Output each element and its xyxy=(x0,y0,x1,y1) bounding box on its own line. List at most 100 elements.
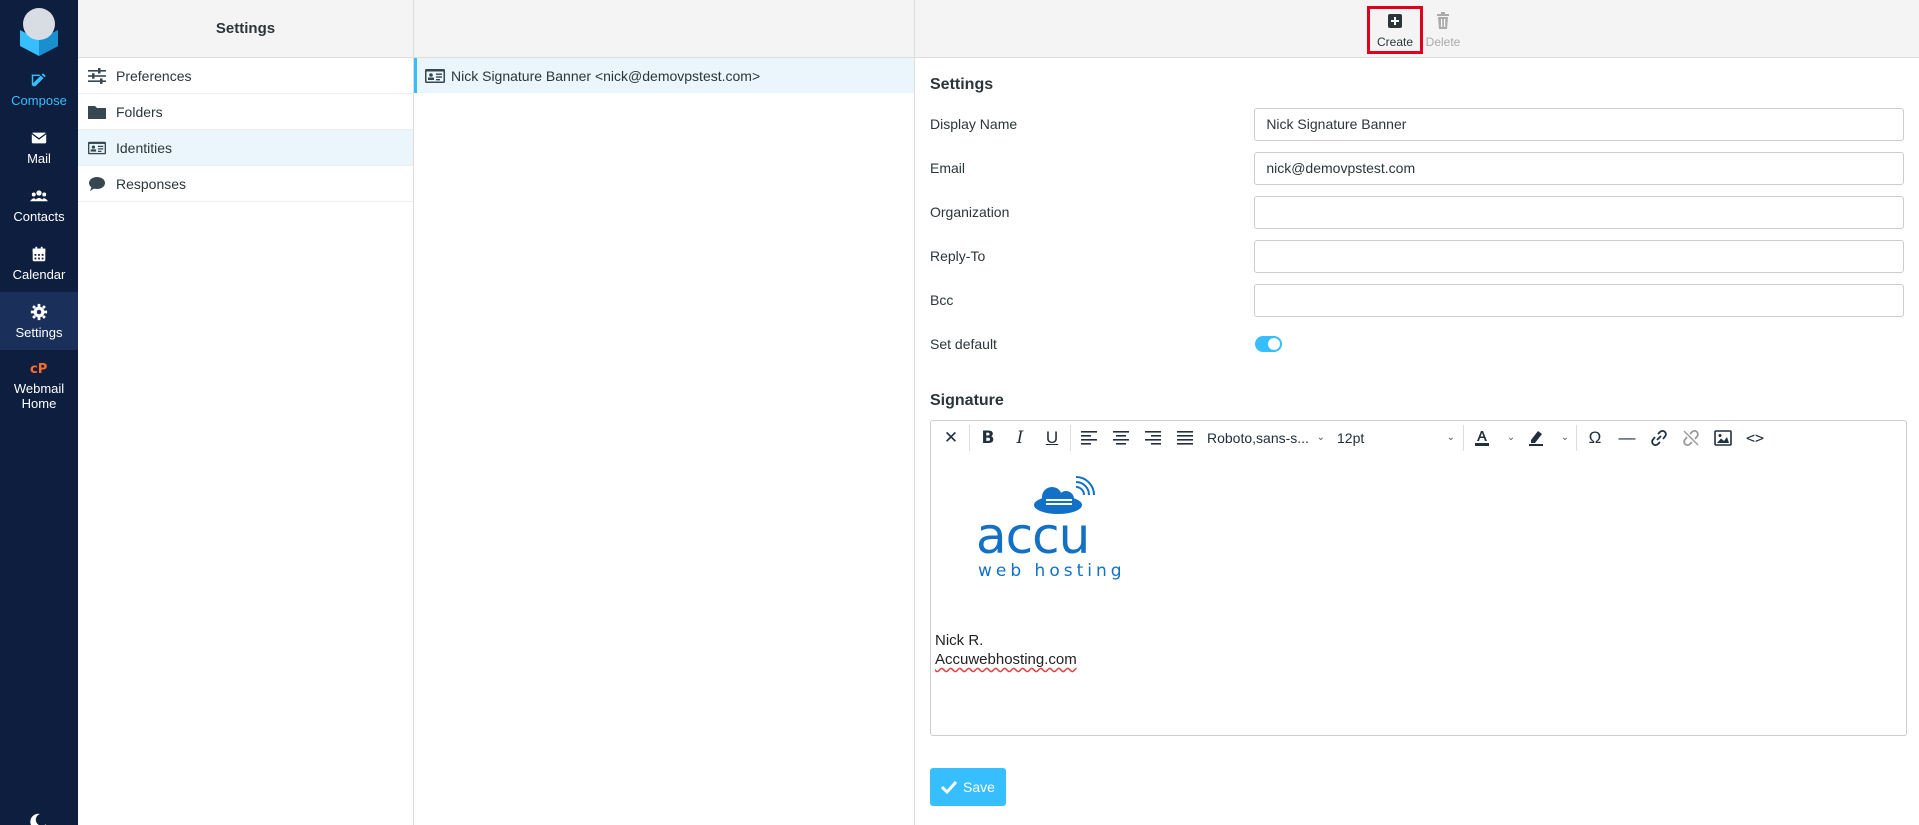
nav-compose[interactable]: Compose xyxy=(0,60,78,118)
settings-sections-panel: Settings Preferences Folders Identities … xyxy=(78,0,414,825)
horizontal-rule-button[interactable]: — xyxy=(1611,423,1643,453)
logo-wordmark: accu xyxy=(976,507,1090,565)
organization-input[interactable] xyxy=(1254,195,1904,229)
svg-text:cP: cP xyxy=(30,362,48,377)
reply-to-row: Reply-To xyxy=(930,234,1904,278)
identity-editor: Create Delete Settings Display Name Emai… xyxy=(915,0,1919,825)
italic-button[interactable]: I xyxy=(1004,423,1036,453)
moon-icon[interactable] xyxy=(29,813,47,825)
app-logo[interactable] xyxy=(0,0,78,60)
align-center-icon xyxy=(1113,430,1129,445)
underline-button[interactable]: U xyxy=(1036,423,1068,453)
font-size-select[interactable]: 12pt ⌄ xyxy=(1331,423,1461,453)
align-justify-icon xyxy=(1177,430,1193,445)
nav-contacts-label: Contacts xyxy=(13,208,65,224)
display-name-input[interactable] xyxy=(1254,107,1904,141)
identity-item[interactable]: Nick Signature Banner <nick@demovpstest.… xyxy=(414,58,914,93)
checkmark-icon xyxy=(941,780,958,795)
align-center-button[interactable] xyxy=(1105,423,1137,453)
image-icon xyxy=(1714,429,1732,446)
font-size-value: 12pt xyxy=(1337,429,1365,446)
identity-item-label: Nick Signature Banner <nick@demovpstest.… xyxy=(451,67,761,84)
align-justify-button[interactable] xyxy=(1169,423,1201,453)
text-color-dropdown[interactable]: ⌄ xyxy=(1498,423,1520,453)
create-button-label: Create xyxy=(1376,34,1414,49)
remove-link-button[interactable] xyxy=(1675,423,1707,453)
settings-item-responses[interactable]: Responses xyxy=(78,166,413,202)
email-input[interactable] xyxy=(1254,151,1904,185)
reply-to-label: Reply-To xyxy=(930,248,986,264)
font-family-value: Roboto,sans-s... xyxy=(1207,429,1309,446)
identities-panel-header xyxy=(414,0,914,58)
nav-settings[interactable]: Settings xyxy=(0,292,78,350)
settings-item-identities[interactable]: Identities xyxy=(78,130,413,166)
signature-content[interactable]: accu web hosting Nick R. Accuwebhosting.… xyxy=(931,455,1906,673)
users-icon xyxy=(30,189,48,201)
plus-square-icon xyxy=(1388,13,1402,28)
email-row: Email xyxy=(930,146,1904,190)
clear-formatting-button[interactable]: ✕ xyxy=(935,423,967,453)
sliders-icon xyxy=(88,67,106,84)
identity-form: Settings Display Name Email Organization… xyxy=(915,76,1919,806)
background-color-button[interactable] xyxy=(1520,423,1552,453)
chevron-down-icon: ⌄ xyxy=(1446,432,1455,443)
background-color-dropdown[interactable]: ⌄ xyxy=(1552,423,1574,453)
nav-webmail-home[interactable]: cP Webmail Home xyxy=(0,350,78,420)
signature-name-line: Nick R. xyxy=(935,632,984,649)
logo-tagline: web hosting xyxy=(978,561,1126,581)
insert-image-button[interactable] xyxy=(1707,423,1739,453)
organization-row: Organization xyxy=(930,190,1904,234)
left-nav: Compose Mail Contacts Calendar Settings … xyxy=(0,0,78,825)
delete-button-label: Delete xyxy=(1425,34,1461,49)
chevron-down-icon: ⌄ xyxy=(1506,432,1516,443)
special-character-button[interactable]: Ω xyxy=(1579,423,1611,453)
nav-calendar-label: Calendar xyxy=(12,266,66,282)
insert-link-button[interactable] xyxy=(1643,423,1675,453)
signature-website-line: Accuwebhosting.com xyxy=(935,651,1077,668)
nav-mail[interactable]: Mail xyxy=(0,118,78,176)
text-color-icon xyxy=(1475,430,1489,446)
delete-button[interactable]: Delete xyxy=(1415,6,1471,54)
align-left-icon xyxy=(1081,430,1097,445)
bold-icon: B xyxy=(981,427,995,448)
horizontal-rule-icon: — xyxy=(1618,427,1636,447)
organization-label: Organization xyxy=(930,204,1010,220)
text-color-button[interactable] xyxy=(1466,423,1498,453)
reply-to-input[interactable] xyxy=(1254,239,1904,273)
editor-toolbar: ✕ B I U Roboto,sans-s... ⌄ 12pt ⌄ ⌄ ⌄ Ω … xyxy=(931,421,1906,455)
signature-editor: ✕ B I U Roboto,sans-s... ⌄ 12pt ⌄ ⌄ ⌄ Ω … xyxy=(930,420,1907,736)
toolbar-divider xyxy=(1463,424,1464,451)
settings-item-label: Folders xyxy=(116,103,163,120)
calendar-icon xyxy=(32,246,46,261)
toolbar: Create Delete xyxy=(915,0,1919,58)
folder-icon xyxy=(88,105,106,119)
code-icon: <> xyxy=(1745,428,1765,447)
settings-item-folders[interactable]: Folders xyxy=(78,94,413,130)
id-card-icon xyxy=(88,141,106,154)
toolbar-divider xyxy=(1070,424,1071,451)
set-default-toggle[interactable] xyxy=(1255,336,1282,352)
settings-item-label: Identities xyxy=(116,139,173,156)
trash-icon xyxy=(1437,11,1449,29)
display-name-row: Display Name xyxy=(930,102,1904,146)
font-family-select[interactable]: Roboto,sans-s... ⌄ xyxy=(1201,423,1331,453)
cpanel-icon: cP xyxy=(30,362,48,377)
bcc-input[interactable] xyxy=(1254,283,1904,317)
align-left-button[interactable] xyxy=(1073,423,1105,453)
close-icon: ✕ xyxy=(943,427,959,447)
chevron-down-icon: ⌄ xyxy=(1316,432,1325,443)
nav-contacts[interactable]: Contacts xyxy=(0,176,78,234)
bold-button[interactable]: B xyxy=(972,423,1004,453)
settings-item-label: Preferences xyxy=(116,67,192,84)
link-icon xyxy=(1651,429,1667,446)
bcc-row: Bcc xyxy=(930,278,1904,322)
nav-settings-label: Settings xyxy=(15,324,63,340)
settings-section-title: Settings xyxy=(930,76,994,93)
save-button[interactable]: Save xyxy=(930,768,1006,806)
roundcube-logo-icon xyxy=(20,8,58,56)
gear-icon xyxy=(30,303,48,320)
nav-calendar[interactable]: Calendar xyxy=(0,234,78,292)
source-code-button[interactable]: <> xyxy=(1739,423,1771,453)
settings-item-preferences[interactable]: Preferences xyxy=(78,58,413,94)
align-right-button[interactable] xyxy=(1137,423,1169,453)
